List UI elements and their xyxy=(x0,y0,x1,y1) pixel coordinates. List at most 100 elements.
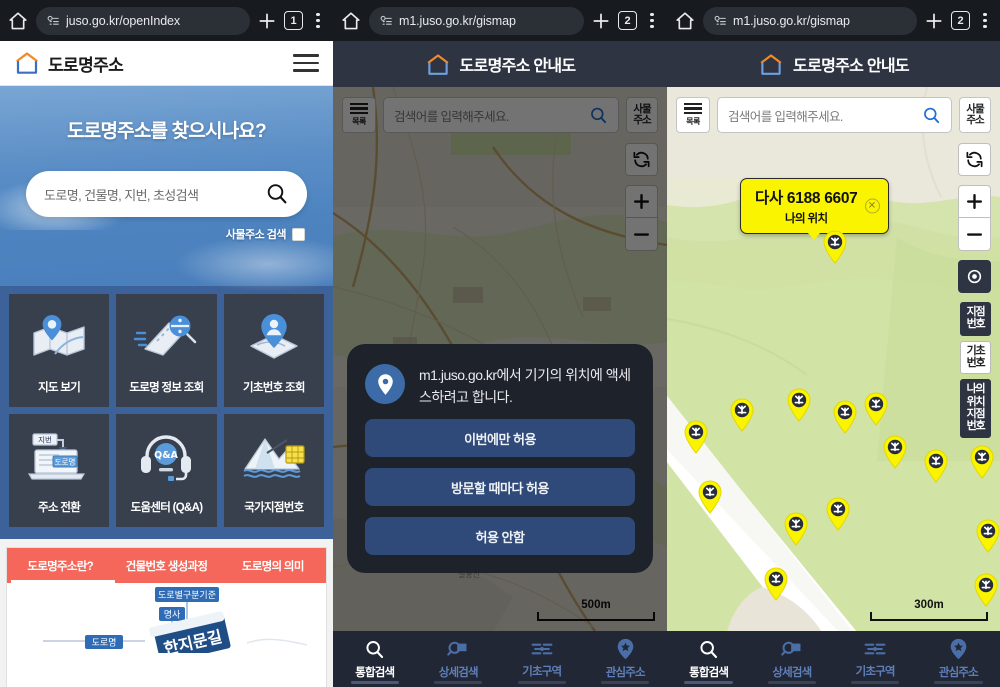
kebab-menu-icon[interactable] xyxy=(644,13,660,28)
svg-text:지번: 지번 xyxy=(38,435,52,444)
info-tab-road-meaning[interactable]: 도로명의 의미 xyxy=(220,548,326,583)
refresh-icon xyxy=(966,151,983,168)
person-pin-map-icon xyxy=(224,294,324,379)
map-marker-pin[interactable] xyxy=(882,435,908,469)
plus-icon[interactable] xyxy=(257,11,277,31)
menu-tile-road-info[interactable]: 도로명 정보 조회 xyxy=(116,294,217,407)
menu-tile-address-convert[interactable]: 지번 도로명 주소 전환 xyxy=(9,414,110,527)
my-location-info-bubble[interactable]: 다사 6188 6607 나의 위치 ✕ xyxy=(740,178,889,240)
zone-lines-icon xyxy=(531,643,553,655)
menu-tile-base-number[interactable]: 기초번호 조회 xyxy=(223,294,324,407)
layer-my-location-point-number-button[interactable]: 나의 위치 지점 번호 xyxy=(960,379,991,438)
magnifier-icon xyxy=(700,640,718,658)
info-card: 도로명주소란? 건물번호 생성과정 도로명의 의미 도로별구분기준 명사 한지문… xyxy=(6,547,327,687)
plus-icon[interactable] xyxy=(924,11,944,31)
plus-icon[interactable] xyxy=(591,11,611,31)
hamburger-icon[interactable] xyxy=(293,54,319,72)
info-tab-building-number[interactable]: 건물번호 생성과정 xyxy=(113,548,219,583)
zoom-out-button[interactable] xyxy=(958,218,991,251)
menu-tile-national-point-number[interactable]: 국가지점번호 xyxy=(223,414,324,527)
nav-detail-search[interactable]: 상세검색 xyxy=(750,631,833,687)
nav-base-zone[interactable]: 기초구역 xyxy=(834,631,917,687)
list-button[interactable]: 목록 xyxy=(676,97,710,133)
address-bar-3[interactable]: m1.juso.go.kr/gismap xyxy=(703,6,917,35)
kebab-menu-icon[interactable] xyxy=(310,13,326,28)
deny-button[interactable]: 허용 안함 xyxy=(365,517,635,556)
location-permission-dialog: m1.juso.go.kr에서 기기의 위치에 액세스하려고 합니다. 이번에만… xyxy=(347,344,653,574)
magnifier-icon[interactable] xyxy=(922,106,941,125)
refresh-button[interactable] xyxy=(958,143,991,176)
magnifier-icon[interactable] xyxy=(265,182,289,206)
menu-tile-label: 도로명 정보 조회 xyxy=(129,382,204,394)
map-marker-pin[interactable] xyxy=(923,449,949,483)
nav-integrated-search[interactable]: 통합검색 xyxy=(667,631,750,687)
home-icon[interactable] xyxy=(340,10,362,32)
tab-count-button[interactable]: 1 xyxy=(284,11,303,30)
address-bar-1[interactable]: juso.go.kr/openIndex xyxy=(36,6,250,35)
map-marker-pin[interactable] xyxy=(683,420,709,454)
map-marker-pin[interactable] xyxy=(786,388,812,422)
svg-text:Q&A: Q&A xyxy=(155,450,179,461)
locate-me-button[interactable] xyxy=(958,260,991,293)
map-marker-pin[interactable] xyxy=(969,445,995,479)
search-input[interactable]: 도로명, 건물명, 지번, 초성검색 xyxy=(26,171,307,217)
nav-underline xyxy=(517,681,566,684)
menu-tile-help-center[interactable]: Q&A 도움센터 (Q&A) xyxy=(116,414,217,527)
map-marker-pin[interactable] xyxy=(729,398,755,432)
nav-label: 상세검색 xyxy=(438,666,479,679)
menu-tile-map-view[interactable]: 지도 보기 xyxy=(9,294,110,407)
nav-underline xyxy=(434,681,483,684)
nav-favorite-address[interactable]: 관심주소 xyxy=(917,631,1000,687)
map-marker-pin[interactable] xyxy=(863,392,889,426)
site-title: 도로명주소 xyxy=(48,55,124,75)
menu-tile-label: 기초번호 조회 xyxy=(242,382,305,394)
layer-point-number-button[interactable]: 지점 번호 xyxy=(960,302,991,336)
home-icon[interactable] xyxy=(7,10,29,32)
tab-count-button[interactable]: 2 xyxy=(951,11,970,30)
nav-detail-search[interactable]: 상세검색 xyxy=(417,631,501,687)
object-address-checkbox[interactable] xyxy=(292,227,305,241)
dialog-header: m1.juso.go.kr에서 기기의 위치에 액세스하려고 합니다. xyxy=(365,364,635,408)
nav-favorite-address[interactable]: 관심주소 xyxy=(584,631,668,687)
map-marker-pin[interactable] xyxy=(975,519,1000,553)
map-canvas-3[interactable] xyxy=(667,87,1000,631)
map-marker-pin[interactable] xyxy=(832,400,858,434)
map-area-2[interactable]: 괘일산 설룡산 목록 검색어를 입력해주세요. 사물 주소 xyxy=(333,87,667,631)
home-icon[interactable] xyxy=(674,10,696,32)
nav-integrated-search[interactable]: 통합검색 xyxy=(333,631,417,687)
headset-qa-icon: Q&A xyxy=(116,414,216,499)
close-icon[interactable]: ✕ xyxy=(864,198,880,214)
my-location-marker-pin[interactable] xyxy=(822,230,848,264)
zoom-in-button[interactable] xyxy=(958,185,991,218)
tab-count-button[interactable]: 2 xyxy=(618,11,637,30)
map-controls-3: 지점 번호 기초 번호 나의 위치 지점 번호 xyxy=(958,143,991,438)
map-marker-pin[interactable] xyxy=(763,567,789,601)
nav-label: 기초구역 xyxy=(522,666,562,678)
object-address-button[interactable]: 사물 주소 xyxy=(959,97,991,133)
app-header-2: 도로명주소 안내도 xyxy=(333,41,667,87)
layer-base-number-button[interactable]: 기초 번호 xyxy=(960,340,991,375)
address-bar-2[interactable]: m1.juso.go.kr/gismap xyxy=(369,6,584,35)
map-marker-pin[interactable] xyxy=(825,497,851,531)
nav-label: 관심주소 xyxy=(605,667,646,679)
allow-once-button[interactable]: 이번에만 허용 xyxy=(365,419,635,458)
allow-every-visit-button[interactable]: 방문할 때마다 허용 xyxy=(365,468,635,507)
map-marker-pin[interactable] xyxy=(783,512,809,546)
app-header-3: 도로명주소 안내도 xyxy=(667,41,1000,87)
map-search-input[interactable]: 검색어를 입력해주세요. xyxy=(717,97,952,133)
map-area-3[interactable]: 목록 검색어를 입력해주세요. 사물 주소 지점 번호 기초 번호 나의 위치 … xyxy=(667,87,1000,631)
map-marker-pin[interactable] xyxy=(697,480,723,514)
nav-label: 상세검색 xyxy=(772,666,812,679)
menu-tile-label: 국가지점번호 xyxy=(244,502,304,514)
minus-icon xyxy=(966,232,983,236)
plus-icon xyxy=(966,193,983,210)
road-magnifier-icon xyxy=(116,294,216,379)
info-tab-what-is[interactable]: 도로명주소란? xyxy=(7,548,113,583)
hero-search-section: 도로명주소를 찾으시나요? 도로명, 건물명, 지번, 초성검색 사물주소 검색 xyxy=(0,86,333,292)
kebab-menu-icon[interactable] xyxy=(977,13,993,28)
nav-base-zone[interactable]: 기초구역 xyxy=(500,631,584,687)
map-search-row-3: 목록 검색어를 입력해주세요. 사물 주소 xyxy=(676,97,991,133)
layer-line: 번호 xyxy=(966,356,986,369)
info-card-diagram: 도로별구분기준 명사 한지문길 도로명 xyxy=(7,583,326,664)
object-address-search-toggle[interactable]: 사물주소 검색 xyxy=(28,226,305,242)
